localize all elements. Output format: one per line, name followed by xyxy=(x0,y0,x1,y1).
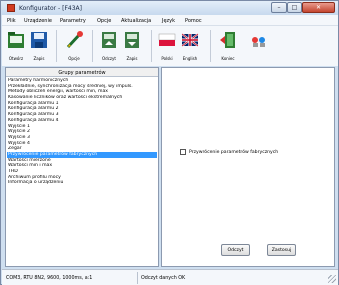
exit-door-icon xyxy=(220,32,235,48)
write-label: Zapis xyxy=(126,56,138,61)
menu-pomoc[interactable]: Pomoc xyxy=(185,18,202,24)
menu-plik[interactable]: Plik xyxy=(7,18,16,24)
groups-panel: Grupy parametrów Parametry harmonicznych… xyxy=(5,67,159,267)
window-title: Konfigurator - [F43A] xyxy=(19,5,82,12)
about-people-icon xyxy=(252,37,265,47)
uk-flag-icon xyxy=(181,33,199,47)
close-button[interactable]: ✕ xyxy=(302,2,335,13)
write-device-icon xyxy=(125,32,139,48)
menu-urzadzenie[interactable]: Urządzenie xyxy=(24,18,52,24)
app-window: Konfigurator - [F43A] – □ ✕ Plik Urządze… xyxy=(0,0,339,285)
connection-status: COM3, RTU 8N2, 9600, 1000ms, a:1 xyxy=(6,276,93,281)
minimize-icon: – xyxy=(277,4,281,11)
resize-grip-icon[interactable] xyxy=(328,275,336,283)
toolbar-separator xyxy=(92,30,93,62)
read-label: Odczyt xyxy=(102,56,116,61)
toolbar-separator xyxy=(151,30,152,62)
status-message: Odczyt danych OK xyxy=(141,276,186,281)
app-icon xyxy=(7,4,15,12)
menu-jezyk[interactable]: Język xyxy=(162,18,175,24)
maximize-icon: □ xyxy=(291,4,298,11)
toolbar-separator xyxy=(210,30,211,62)
save-button[interactable]: Zapis xyxy=(28,28,50,64)
save-disk-icon xyxy=(31,32,47,48)
restore-defaults-label: Przywrócenie parametrów fabrycznych xyxy=(189,150,279,155)
read-button[interactable]: Odczyt xyxy=(98,28,120,64)
about-button[interactable] xyxy=(248,28,270,64)
minimize-button[interactable]: – xyxy=(271,2,287,13)
english-label: English xyxy=(182,56,198,61)
options-wand-icon xyxy=(66,31,83,49)
exit-label: Koniec xyxy=(221,56,235,61)
status-separator xyxy=(137,272,138,284)
list-item[interactable]: Informacja o urządzeniu xyxy=(7,180,157,186)
parameters-panel: Przywrócenie parametrów fabrycznych Odcz… xyxy=(161,67,335,267)
polish-flag-icon xyxy=(158,33,176,46)
groups-header: Grupy parametrów xyxy=(6,68,158,77)
menu-parametry[interactable]: Parametry xyxy=(60,18,86,24)
toolbar: Otwórz Zapis Opcje Odczyt Zapis Polski E… xyxy=(2,26,338,66)
maximize-button[interactable]: □ xyxy=(287,2,302,13)
menu-opcje[interactable]: Opcje xyxy=(97,18,111,24)
options-label: Opcje xyxy=(68,56,80,61)
save-label: Zapis xyxy=(33,56,45,61)
options-button[interactable]: Opcje xyxy=(62,28,86,64)
open-button[interactable]: Otwórz xyxy=(5,28,27,64)
english-button[interactable]: English xyxy=(178,28,202,64)
menu-aktualizacja[interactable]: Aktualizacja xyxy=(121,18,151,24)
title-bar[interactable]: Konfigurator - [F43A] – □ ✕ xyxy=(1,1,338,15)
menu-bar: Plik Urządzenie Parametry Opcje Aktualiz… xyxy=(2,15,338,26)
write-button[interactable]: Zapis xyxy=(121,28,143,64)
read-device-icon xyxy=(102,32,116,48)
restore-defaults-checkbox[interactable] xyxy=(180,149,186,155)
polish-button[interactable]: Polski xyxy=(156,28,178,64)
open-label: Otwórz xyxy=(8,56,24,61)
read-values-button[interactable]: Odczyt xyxy=(221,244,250,256)
groups-list[interactable]: Parametry harmonicznych Przekładnie, sync… xyxy=(7,78,157,186)
main-content: Grupy parametrów Parametry harmonicznych… xyxy=(5,67,335,267)
close-icon: ✕ xyxy=(315,4,322,11)
polish-label: Polski xyxy=(161,56,173,61)
toolbar-separator xyxy=(56,30,57,62)
status-bar: COM3, RTU 8N2, 9600, 1000ms, a:1 Odczyt … xyxy=(2,269,338,285)
exit-button[interactable]: Koniec xyxy=(216,28,240,64)
open-folder-icon xyxy=(8,32,24,48)
apply-button[interactable]: Zastosuj xyxy=(267,244,296,256)
